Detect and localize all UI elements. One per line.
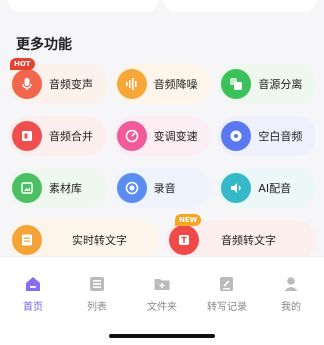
feature-material-library[interactable]: 素材库 [8, 168, 107, 208]
section-title: 更多功能 [16, 37, 72, 53]
feature-audio-merge[interactable]: 音频合并 [8, 116, 107, 156]
top-card-right [164, 0, 316, 12]
feature-label: 变调变速 [153, 130, 198, 143]
feature-row: HOT 音频变声 音频降噪 音源分离 [8, 58, 317, 104]
feature-label: 实时转文字 [72, 234, 127, 247]
tab-label: 转写记录 [207, 302, 247, 313]
feature-label: 音频转文字 [221, 234, 276, 247]
feature-noise-reduction[interactable]: 音频降噪 [112, 64, 212, 104]
speaker-icon [221, 173, 252, 203]
edit-record-icon [218, 275, 236, 293]
new-badge: NEW [175, 214, 202, 226]
feature-record[interactable]: 录音 [112, 168, 212, 208]
feature-voice-change[interactable]: HOT 音频变声 [8, 58, 107, 104]
feature-label: 音频合并 [49, 130, 93, 143]
folder-icon [153, 275, 171, 293]
list-icon [88, 275, 106, 293]
speed-dial-icon [116, 121, 147, 151]
feature-row: 素材库 录音 AI配音 [8, 168, 317, 208]
realtime-text-icon [12, 225, 42, 255]
profile-icon [282, 275, 300, 293]
feature-ai-dubbing[interactable]: AI配音 [217, 168, 317, 208]
hot-badge: HOT [10, 58, 35, 70]
record-icon [116, 173, 147, 203]
tab-label: 列表 [87, 302, 107, 313]
feature-label: 音频变声 [49, 78, 93, 91]
tab-list[interactable]: 列表 [65, 275, 129, 313]
microphone-icon [12, 69, 42, 99]
home-indicator [109, 334, 215, 338]
tab-folder[interactable]: 文件夹 [130, 275, 194, 313]
blank-audio-icon [221, 121, 252, 151]
audio-to-text-icon [169, 225, 199, 255]
tab-profile[interactable]: 我的 [259, 275, 323, 313]
feature-label: AI配音 [258, 182, 292, 195]
feature-label: 录音 [153, 182, 176, 195]
feature-row: 音频合并 变调变速 空白音频 [8, 116, 317, 156]
feature-pitch-speed[interactable]: 变调变速 [112, 116, 212, 156]
waveform-icon [116, 69, 147, 99]
merge-icon [12, 121, 42, 151]
top-card-left [8, 0, 158, 12]
feature-label: 音频降噪 [153, 78, 198, 91]
library-icon [12, 173, 42, 203]
tab-label: 我的 [281, 302, 301, 313]
tab-bar: 首页 列表 文件夹 转写记录 我的 [0, 256, 324, 345]
feature-row: 实时转文字 NEW 音频转文字 [8, 214, 316, 260]
feature-grid: HOT 音频变声 音频降噪 音源分离 音频合并 变调变速 空白音频 素材库 录音… [8, 58, 317, 272]
feature-realtime-transcribe[interactable]: 实时转文字 [8, 220, 159, 260]
feature-blank-audio[interactable]: 空白音频 [217, 116, 317, 156]
tab-label: 文件夹 [147, 302, 177, 313]
split-squares-icon [221, 69, 252, 99]
feature-label: 素材库 [49, 182, 82, 195]
feature-audio-to-text[interactable]: NEW 音频转文字 [165, 214, 316, 260]
feature-label: 空白音频 [258, 130, 303, 143]
feature-label: 音源分离 [258, 78, 303, 91]
tab-label: 首页 [23, 302, 43, 313]
tab-transcribe-records[interactable]: 转写记录 [195, 275, 259, 313]
home-icon [24, 275, 42, 293]
feature-source-separation[interactable]: 音源分离 [217, 64, 317, 104]
tab-home[interactable]: 首页 [1, 275, 65, 313]
